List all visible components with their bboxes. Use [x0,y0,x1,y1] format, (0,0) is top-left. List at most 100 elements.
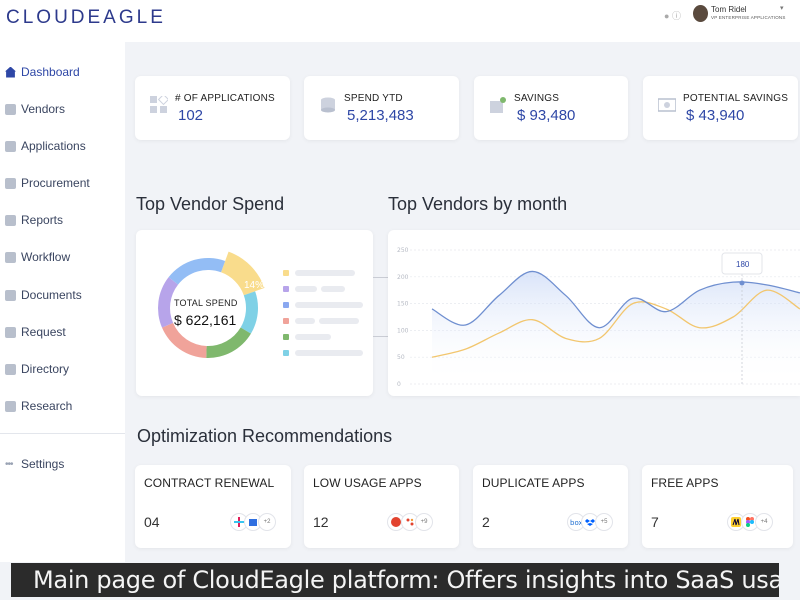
top-vendor-spend-title: Top Vendor Spend [136,194,285,214]
opt-card-free-apps[interactable]: FREE APPS 7 +4 [642,465,793,548]
hover-point[interactable] [739,280,745,286]
stat-card-applications[interactable]: # OF APPLICATIONS 102 [135,76,290,140]
y-tick-label: 250 [397,247,409,254]
folder-icon [5,289,16,301]
stat-card-spend-ytd[interactable]: SPEND YTD 5,213,483 [304,76,459,140]
avatar[interactable] [693,5,708,22]
sidebar-item-research[interactable]: Research [5,397,72,415]
top-vendor-spend-card: TOTAL SPEND $ 622,161 14% [136,230,373,396]
sidebar-item-documents[interactable]: Documents [5,286,82,304]
more-apps-badge[interactable]: +2 [259,514,275,530]
sidebar-divider [0,433,125,434]
coins-icon [321,97,335,113]
legend-swatch [283,333,289,340]
request-icon [5,326,16,338]
help-icon[interactable]: ⓘ [672,11,681,21]
legend-item [283,317,359,324]
optimization-title: Optimization Recommendations [137,426,393,446]
logo-text: CLOUDEAGLE [6,7,166,28]
sidebar-item-reports[interactable]: Reports [5,211,63,229]
tooltip-value: 180 [736,260,750,269]
procurement-icon [5,177,16,189]
research-icon [5,400,16,412]
sidebar-item-workflow[interactable]: Workflow [5,248,70,266]
stat-label: SAVINGS [514,93,560,104]
stat-value: 102 [178,107,204,124]
sidebar-item-vendors[interactable]: Vendors [5,100,65,118]
legend-swatch [283,269,289,276]
stat-card-savings[interactable]: SAVINGS $ 93,480 [474,76,628,140]
more-apps-badge[interactable]: +9 [416,514,432,530]
donut-segment[interactable] [240,291,258,334]
sidebar-item-dashboard[interactable]: Dashboard [5,63,80,81]
sidebar-item-request[interactable]: Request [5,323,66,341]
donut-segment[interactable] [162,322,207,358]
opt-card-contract-renewal[interactable]: CONTRACT RENEWAL 04 +2 [135,465,291,548]
donut-segment[interactable] [206,327,251,358]
legend-placeholder [319,317,359,324]
y-tick-label: 0 [397,381,401,388]
top-bar: CLOUDEAGLE ● ⓘ Tom Ridel VP ENTERPRISE A… [0,0,800,42]
opt-card-count: 7 [651,514,659,530]
user-name[interactable]: Tom Ridel [711,5,747,14]
donut-segment[interactable] [168,258,226,285]
sidebar-item-label: Workflow [21,250,71,264]
sidebar-item-label: Documents [21,288,82,302]
savings-icon [490,97,506,113]
y-tick-label: 200 [397,274,409,281]
chevron-down-icon[interactable]: ▾ [780,4,784,12]
y-tick-label: 150 [397,301,409,308]
sidebar-item-settings[interactable]: ••• Settings [5,455,64,473]
segment-percent-label: 14% [244,280,265,291]
vendors-line-chart: 0 50 100 150 200 250 180 [397,247,800,388]
connector-line [373,277,388,278]
legend-placeholder [321,285,345,292]
opt-card-low-usage-apps[interactable]: LOW USAGE APPS 12 +9 [304,465,459,548]
legend-swatch [283,301,289,308]
legend-placeholder [295,301,363,308]
sidebar-item-directory[interactable]: Directory [5,360,69,378]
sidebar-item-applications[interactable]: Applications [5,137,86,155]
stat-label: # OF APPLICATIONS [175,93,275,104]
y-tick-label: 50 [397,354,405,361]
connector-line [373,336,388,337]
more-apps-badge[interactable]: +4 [756,514,772,530]
opt-card-label: DUPLICATE APPS [482,476,585,490]
sidebar-item-procurement[interactable]: Procurement [5,174,90,192]
stat-value: $ 43,940 [686,107,745,124]
top-vendors-by-month-card: 0 50 100 150 200 250 180 [388,230,800,396]
video-caption: Main page of CloudEagle platform: Offers… [11,563,779,597]
cloudeagle-logo[interactable]: CLOUDEAGLE [6,7,166,29]
opt-card-label: LOW USAGE APPS [313,476,422,490]
legend-item [283,349,363,356]
opt-card-label: CONTRACT RENEWAL [144,476,275,490]
workflow-icon [5,251,16,263]
apps-icon [150,96,168,113]
vendors-icon [5,103,16,115]
opt-card-count: 2 [482,514,490,530]
legend-swatch [283,317,289,324]
y-tick-label: 100 [397,327,409,334]
grid-icon [5,140,16,152]
opt-card-label: FREE APPS [651,476,719,490]
bell-icon[interactable]: ● [664,11,669,21]
more-apps-badge[interactable]: +5 [596,514,612,530]
sidebar-item-label: Dashboard [21,65,80,79]
sidebar-item-label: Settings [21,457,65,471]
sidebar-item-label: Procurement [21,176,90,190]
opt-card-count: 04 [144,514,160,530]
series-area [432,271,800,384]
reports-icon [5,214,16,226]
legend-item [283,269,355,276]
opt-card-duplicate-apps[interactable]: DUPLICATE APPS 2 box +5 [473,465,628,548]
sidebar-item-label: Request [21,325,66,339]
total-spend-value: $ 622,161 [174,312,237,328]
legend-item [283,333,331,340]
opt-card-count: 12 [313,514,329,530]
stat-label: SPEND YTD [344,93,403,104]
legend-item [283,301,363,308]
legend-item [283,285,345,292]
stat-card-potential-savings[interactable]: POTENTIAL SAVINGS $ 43,940 [643,76,798,140]
more-dots-icon: ••• [5,458,14,470]
stat-value: 5,213,483 [347,107,414,124]
